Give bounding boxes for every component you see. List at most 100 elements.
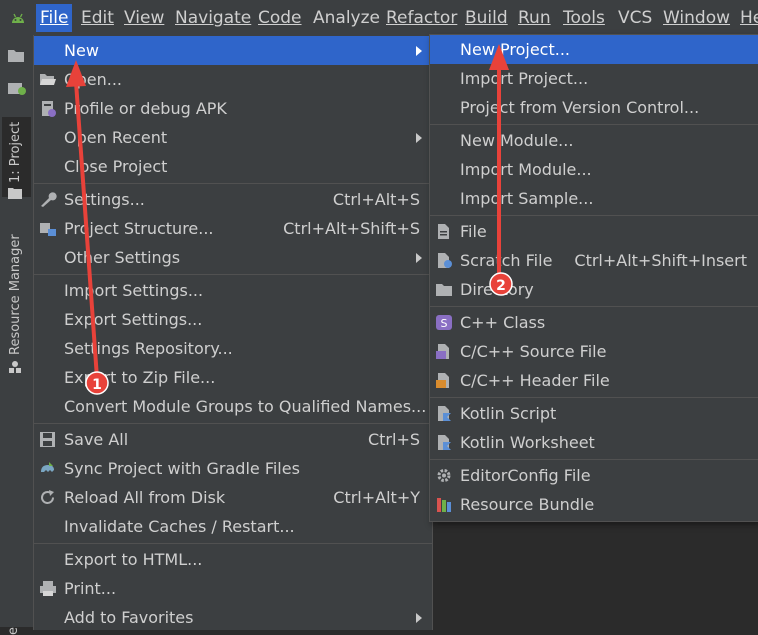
printer-icon [40, 581, 56, 596]
menu-item-label: Export to Zip File... [64, 368, 216, 387]
android-project-icon[interactable] [7, 79, 27, 97]
menu-separator [430, 306, 758, 307]
menu-item-label: Import Project... [460, 69, 589, 88]
menu-item-label: Invalidate Caches / Restart... [64, 517, 295, 536]
file-menu-invalidate-caches[interactable]: Invalidate Caches / Restart... [34, 512, 432, 541]
project-tab[interactable]: 1: Project [8, 122, 23, 183]
menu-item-label: Print... [64, 579, 117, 598]
file-menu-export-html[interactable]: Export to HTML... [34, 545, 432, 574]
menu-item-label: Resource Bundle [460, 495, 595, 514]
cpp-class-icon: S [436, 315, 452, 330]
file-menu-new[interactable]: New [34, 36, 432, 65]
menu-item-label: Project Structure... [64, 219, 214, 238]
project-from-vcs-item[interactable]: Project from Version Control... [430, 93, 758, 122]
file-menu-save-all[interactable]: Save All Ctrl+S [34, 425, 432, 454]
file-menu-export-zip[interactable]: Export to Zip File... [34, 363, 432, 392]
import-sample-item[interactable]: Import Sample... [430, 184, 758, 213]
menu-item-shortcut: Ctrl+S [367, 430, 420, 449]
file-menu-reload-disk[interactable]: Reload All from Disk Ctrl+Alt+Y [34, 483, 432, 512]
new-module-item[interactable]: New Module... [430, 126, 758, 155]
menu-run[interactable]: Run [518, 5, 551, 31]
menu-edit[interactable]: Edit [81, 5, 114, 31]
menu-item-shortcut: Ctrl+Alt+S [332, 190, 420, 209]
kotlin-script-item[interactable]: Kotlin Script [430, 399, 758, 428]
cpp-source-item[interactable]: C/C++ Source File [430, 337, 758, 366]
open-folder-icon [40, 74, 56, 85]
menu-item-label: Scratch File [460, 251, 553, 270]
file-menu-settings-repository[interactable]: Settings Repository... [34, 334, 432, 363]
menu-help[interactable]: He [740, 5, 758, 31]
scratch-file-item[interactable]: Scratch File Ctrl+Alt+Shift+Insert [430, 246, 758, 275]
file-menu-import-settings[interactable]: Import Settings... [34, 276, 432, 305]
file-menu: New Open... Profile or debug APK Open Re… [33, 35, 433, 630]
menu-item-label: Settings... [64, 190, 145, 209]
tool-window-strip: 1: Project Resource Manager e [0, 35, 34, 635]
menu-item-label: Kotlin Worksheet [460, 433, 595, 452]
resource-manager-tab[interactable]: Resource Manager [8, 234, 23, 355]
file-menu-open-recent[interactable]: Open Recent [34, 123, 432, 152]
strip-tab-bottom[interactable]: e [6, 627, 21, 635]
submenu-arrow-icon [416, 253, 422, 263]
cpp-class-item[interactable]: S C++ Class [430, 308, 758, 337]
kotlin-worksheet-icon [438, 435, 451, 450]
menu-item-label: Import Sample... [460, 189, 594, 208]
menu-tools[interactable]: Tools [563, 5, 605, 31]
menu-separator [430, 215, 758, 216]
folder-icon [8, 188, 22, 199]
menu-vcs[interactable]: VCS [618, 5, 652, 31]
file-menu-project-structure[interactable]: Project Structure... Ctrl+Alt+Shift+S [34, 214, 432, 243]
file-menu-other-settings[interactable]: Other Settings [34, 243, 432, 272]
file-menu-close-project[interactable]: Close Project [34, 152, 432, 181]
kotlin-worksheet-item[interactable]: Kotlin Worksheet [430, 428, 758, 457]
import-project-item[interactable]: Import Project... [430, 64, 758, 93]
menu-navigate[interactable]: Navigate [175, 5, 251, 31]
file-menu-profile-apk[interactable]: Profile or debug APK [34, 94, 432, 123]
menu-item-label: Open... [64, 70, 122, 89]
import-module-item[interactable]: Import Module... [430, 155, 758, 184]
menu-item-shortcut: Ctrl+Alt+Y [333, 488, 420, 507]
file-menu-add-favorites[interactable]: Add to Favorites [34, 603, 432, 632]
svg-text:S: S [441, 317, 448, 330]
file-menu-open[interactable]: Open... [34, 65, 432, 94]
gear-icon [437, 469, 451, 482]
menu-window[interactable]: Window [663, 5, 730, 31]
submenu-arrow-icon [416, 613, 422, 623]
menu-separator [34, 274, 432, 275]
resource-bundle-item[interactable]: Resource Bundle [430, 490, 758, 519]
menu-separator [34, 183, 432, 184]
cpp-source-icon [436, 344, 449, 359]
new-project-item[interactable]: New Project... [430, 35, 758, 64]
menu-item-label: EditorConfig File [460, 466, 591, 485]
project-structure-icon [40, 223, 56, 236]
menu-item-label: New Project... [460, 40, 570, 59]
gradle-sync-icon [41, 462, 54, 472]
file-menu-sync-gradle[interactable]: Sync Project with Gradle Files [34, 454, 432, 483]
menu-separator [430, 397, 758, 398]
menu-analyze[interactable]: Analyze [313, 5, 380, 31]
menu-refactor[interactable]: Refactor [386, 5, 457, 31]
menu-item-label: C++ Class [460, 313, 546, 332]
wrench-icon [41, 192, 57, 207]
save-icon [40, 432, 55, 447]
file-menu-print[interactable]: Print... [34, 574, 432, 603]
open-folder-icon[interactable] [7, 47, 27, 65]
new-file-item[interactable]: File [430, 217, 758, 246]
menu-code[interactable]: Code [258, 5, 302, 31]
menu-item-label: Other Settings [64, 248, 181, 267]
file-menu-settings[interactable]: Settings... Ctrl+Alt+S [34, 185, 432, 214]
editorconfig-item[interactable]: EditorConfig File [430, 461, 758, 490]
cpp-header-item[interactable]: C/C++ Header File [430, 366, 758, 395]
file-menu-convert-module-groups[interactable]: Convert Module Groups to Qualified Names… [34, 392, 432, 421]
menu-item-label: Project from Version Control... [460, 98, 700, 117]
menu-file[interactable]: File [36, 4, 73, 32]
menu-view[interactable]: View [124, 5, 164, 31]
resource-icon [9, 361, 21, 373]
new-directory-item[interactable]: Directory [430, 275, 758, 304]
menu-item-label: Save All [64, 430, 129, 449]
menu-build[interactable]: Build [465, 5, 508, 31]
menu-item-label: Directory [460, 280, 534, 299]
menu-separator [430, 124, 758, 125]
menu-item-shortcut: Ctrl+Alt+Shift+S [283, 219, 420, 238]
menu-item-label: C/C++ Source File [460, 342, 607, 361]
file-menu-export-settings[interactable]: Export Settings... [34, 305, 432, 334]
